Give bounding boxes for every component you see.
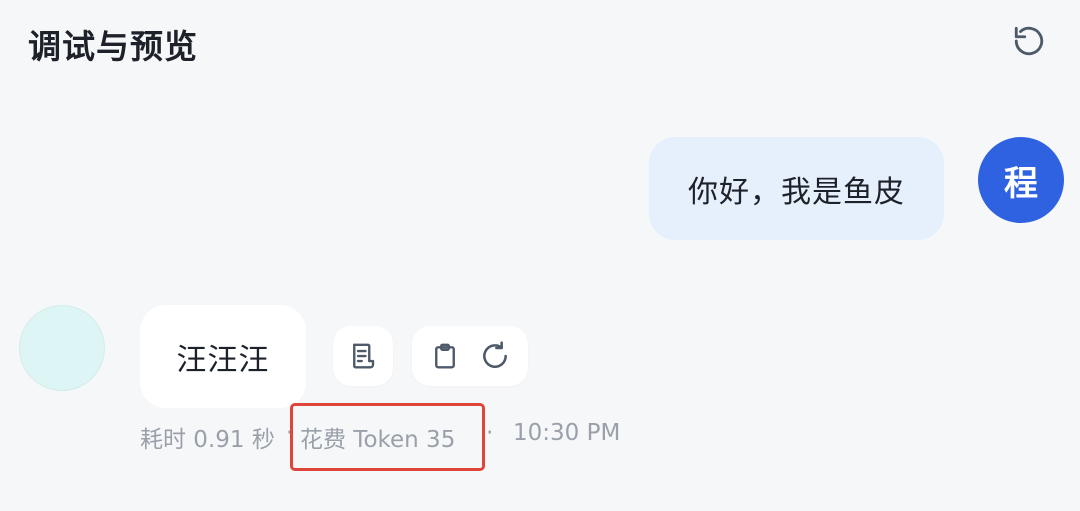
refresh-icon[interactable]	[477, 338, 513, 374]
timestamp-text: 10:30 PM	[513, 420, 621, 446]
meta-separator: ·	[486, 420, 494, 446]
view-log-button[interactable]	[333, 326, 393, 386]
time-used-text: 耗时 0.91 秒	[140, 427, 275, 453]
refresh-ccw-icon	[1012, 24, 1046, 62]
page-title: 调试与预览	[28, 27, 198, 66]
user-message-text: 你好，我是鱼皮	[688, 174, 905, 210]
user-avatar: 程	[978, 137, 1064, 223]
user-message-bubble: 你好，我是鱼皮	[649, 137, 944, 240]
document-log-icon	[345, 338, 381, 374]
user-avatar-text: 程	[1004, 163, 1038, 204]
token-highlight-box	[290, 403, 485, 471]
clipboard-icon[interactable]	[427, 338, 463, 374]
bot-message-text: 汪汪汪	[176, 342, 270, 378]
reset-conversation-button[interactable]	[1008, 22, 1050, 64]
message-actions-group	[412, 326, 528, 386]
bot-avatar	[19, 305, 105, 391]
bot-message-bubble: 汪汪汪	[140, 305, 306, 408]
